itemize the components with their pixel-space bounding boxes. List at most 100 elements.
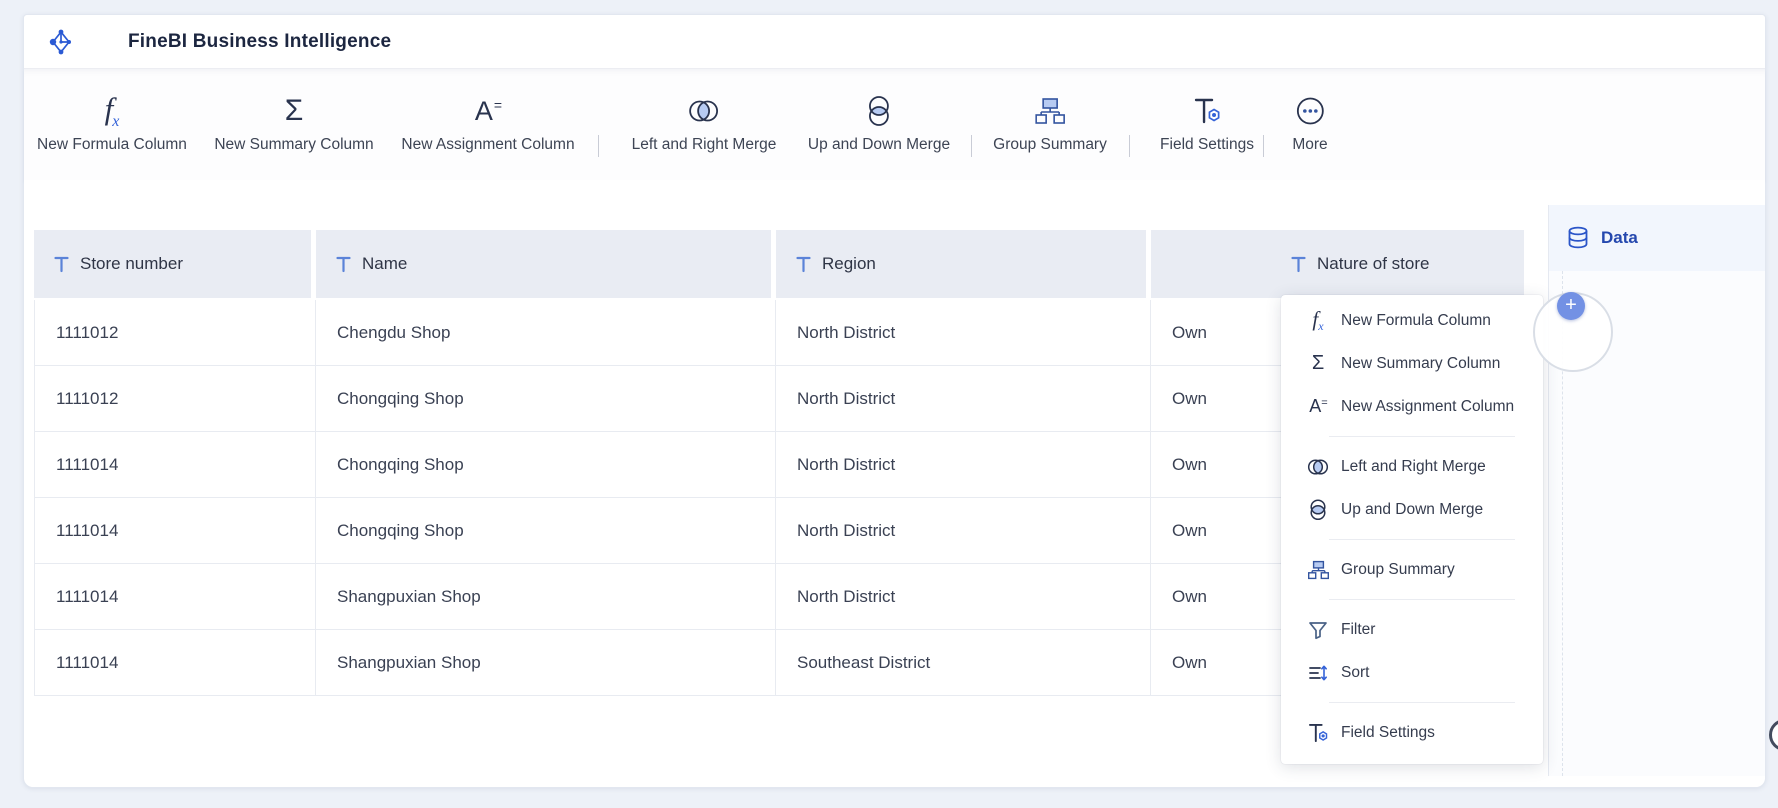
table-cell[interactable]: North District [776,300,1151,365]
table-cell[interactable]: Chengdu Shop [316,300,776,365]
menu-item-label: New Summary Column [1341,355,1500,373]
toolbar-label: New Formula Column [37,136,187,154]
data-panel-title: Data [1601,228,1638,248]
toolbar-label: Field Settings [1160,136,1254,154]
app-title: FineBI Business Intelligence [128,31,391,53]
column-header-label: Name [362,254,407,274]
table-cell[interactable]: Shangpuxian Shop [316,564,776,629]
screen: FineBI Business Intelligence fx New Form… [0,0,1778,808]
table-cell[interactable]: 1111012 [35,366,316,431]
canvas: Data Store number [24,180,1765,787]
menu-item-up-down-merge[interactable]: Up and Down Merge [1281,488,1543,531]
menu-item-new-summary-column[interactable]: Σ New Summary Column [1281,342,1543,385]
toolbar-label: New Assignment Column [401,136,574,154]
formula-icon: fx [37,89,187,133]
menu-separator [1329,436,1515,437]
menu-separator [1329,539,1515,540]
table-cell[interactable]: North District [776,498,1151,563]
edge-handle[interactable] [1769,719,1778,751]
table-cell[interactable]: North District [776,366,1151,431]
group-summary-icon [1306,558,1330,582]
menu-item-sort[interactable]: Sort [1281,651,1543,694]
toolbar-more[interactable]: More [1292,89,1327,154]
toolbar-label: Group Summary [993,136,1107,154]
menu-item-field-settings[interactable]: Field Settings [1281,711,1543,754]
app-header: FineBI Business Intelligence [24,15,1765,69]
context-menu: fx New Formula Column Σ New Summary Colu… [1281,295,1543,764]
menu-item-label: Up and Down Merge [1341,501,1483,519]
toolbar-group-summary[interactable]: Group Summary [993,89,1107,154]
menu-item-label: Field Settings [1341,724,1435,742]
menu-item-new-assignment-column[interactable]: A= New Assignment Column [1281,385,1543,428]
column-header-label: Region [822,254,876,274]
data-panel: Data [1548,205,1765,776]
text-field-icon [796,256,811,273]
column-header-label: Nature of store [1317,254,1429,274]
toolbar-up-down-merge[interactable]: Up and Down Merge [808,89,950,154]
column-header-label: Store number [80,254,183,274]
toolbar-separator [598,135,599,157]
toolbar-field-settings[interactable]: Field Settings [1160,89,1254,154]
text-field-icon [54,256,69,273]
sigma-icon: Σ [214,89,373,133]
finebi-logo-icon [46,26,76,58]
toolbar: fx New Formula Column Σ New Summary Colu… [24,69,1765,181]
left-right-merge-icon [1306,455,1330,479]
menu-item-label: Filter [1341,621,1375,639]
sort-icon [1306,661,1330,685]
text-field-icon [1291,256,1306,273]
table-cell[interactable]: 1111014 [35,630,316,695]
table-cell[interactable]: Chongqing Shop [316,498,776,563]
toolbar-label: Up and Down Merge [808,136,950,154]
table-cell[interactable]: Southeast District [776,630,1151,695]
menu-item-filter[interactable]: Filter [1281,608,1543,651]
table-cell[interactable]: 1111014 [35,432,316,497]
assignment-icon: A= [1306,395,1330,419]
column-header-store-number[interactable]: Store number [34,230,311,298]
toolbar-new-assignment-column[interactable]: A= New Assignment Column [401,89,574,154]
column-header-region[interactable]: Region [776,230,1146,298]
toolbar-label: New Summary Column [214,136,373,154]
menu-item-group-summary[interactable]: Group Summary [1281,548,1543,591]
toolbar-new-formula-column[interactable]: fx New Formula Column [37,89,187,154]
column-header-name[interactable]: Name [316,230,771,298]
table-cell[interactable]: North District [776,432,1151,497]
data-panel-header: Data [1549,205,1765,271]
toolbar-new-summary-column[interactable]: Σ New Summary Column [214,89,373,154]
toolbar-left-right-merge[interactable]: Left and Right Merge [632,89,777,154]
table-cell[interactable]: Chongqing Shop [316,432,776,497]
toolbar-separator [971,135,972,157]
table-cell[interactable]: 1111014 [35,564,316,629]
table-cell[interactable]: 1111012 [35,300,316,365]
assignment-icon: A= [401,89,574,133]
table-header-row: Store number Name Region [34,230,1524,298]
table-cell[interactable]: Shangpuxian Shop [316,630,776,695]
sigma-icon: Σ [1306,352,1330,376]
menu-item-label: Left and Right Merge [1341,458,1486,476]
app-window: FineBI Business Intelligence fx New Form… [23,14,1766,788]
up-down-merge-icon [808,89,950,133]
up-down-merge-icon [1306,498,1330,522]
toolbar-label: More [1292,136,1327,154]
menu-separator [1329,599,1515,600]
more-icon [1292,89,1327,133]
field-settings-icon [1160,89,1254,133]
menu-item-label: Sort [1341,664,1369,682]
toolbar-separator [1129,135,1130,157]
group-summary-icon [993,89,1107,133]
database-icon [1567,226,1589,250]
table-cell[interactable]: 1111014 [35,498,316,563]
filter-icon [1306,618,1330,642]
table-cell[interactable]: North District [776,564,1151,629]
menu-item-label: New Assignment Column [1341,398,1514,416]
menu-separator [1329,702,1515,703]
left-right-merge-icon [632,89,777,133]
column-header-nature-of-store[interactable]: Nature of store [1151,230,1524,298]
table-cell[interactable]: Chongqing Shop [316,366,776,431]
menu-item-left-right-merge[interactable]: Left and Right Merge [1281,445,1543,488]
text-field-icon [336,256,351,273]
add-data-button[interactable]: + [1557,292,1585,320]
menu-item-label: New Formula Column [1341,312,1491,330]
menu-item-new-formula-column[interactable]: fx New Formula Column [1281,299,1543,342]
field-settings-icon [1306,721,1330,745]
